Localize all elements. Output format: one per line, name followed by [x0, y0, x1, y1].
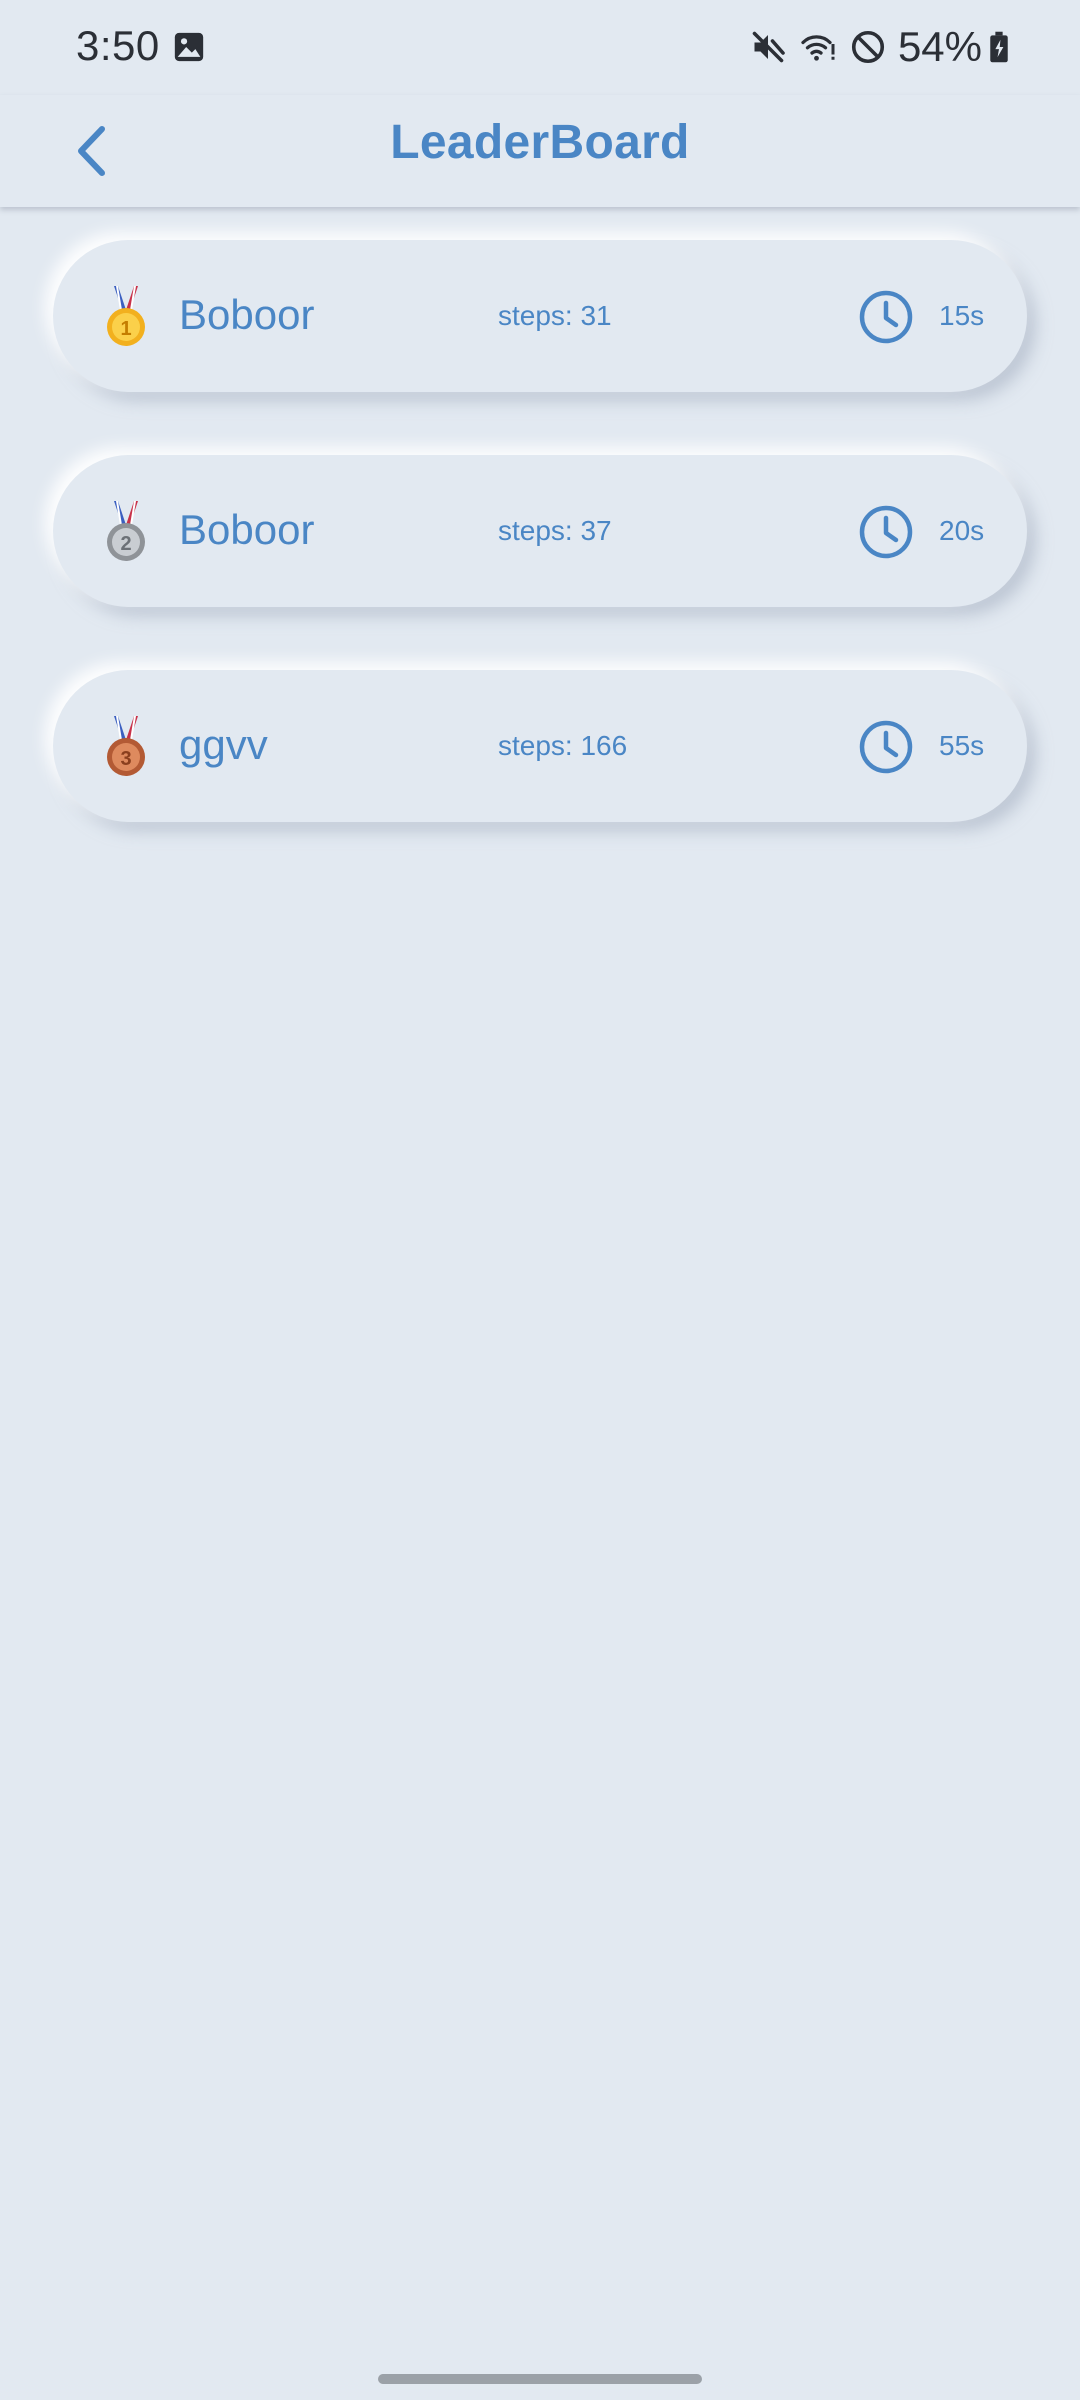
gallery-icon — [174, 32, 204, 62]
clock-icon — [859, 720, 913, 774]
player-time: 20s — [939, 515, 985, 546]
leaderboard-row[interactable]: 1 Boboor steps: 31 15s — [53, 240, 1027, 392]
player-steps: steps: 37 — [498, 515, 612, 546]
leaderboard-row[interactable]: 3 ggvv steps: 166 55s — [53, 670, 1027, 822]
player-name: ggvv — [179, 721, 268, 768]
mute-icon — [752, 31, 785, 63]
silver-medal-icon: 2 — [107, 501, 145, 561]
status-icons: 54% — [736, 22, 1010, 72]
do-not-disturb-icon — [851, 30, 884, 64]
home-indicator[interactable] — [378, 2374, 702, 2384]
status-time: 3:50 — [76, 22, 160, 69]
player-time: 55s — [939, 730, 985, 761]
svg-text:3: 3 — [120, 748, 131, 770]
page-title: LeaderBoard — [390, 116, 690, 169]
bronze-medal-icon: 3 — [107, 716, 145, 776]
gold-medal-icon: 1 — [107, 286, 145, 346]
battery-percent: 54% — [897, 23, 982, 70]
svg-text:2: 2 — [120, 533, 131, 555]
player-time: 15s — [939, 300, 985, 331]
clock-icon — [859, 505, 913, 559]
wifi-icon — [801, 35, 835, 61]
app-bar: LeaderBoard — [0, 95, 1080, 207]
player-name: Boboor — [179, 506, 315, 553]
status-bar: 3:50 54% — [0, 0, 1080, 95]
leaderboard-row[interactable]: 2 Boboor steps: 37 20s — [53, 455, 1027, 607]
leaderboard-list: 1 Boboor steps: 31 15s 2 Boboor steps: 3… — [53, 240, 1027, 885]
battery-icon — [990, 31, 1008, 63]
player-steps: steps: 31 — [498, 300, 612, 331]
player-name: Boboor — [179, 291, 315, 338]
player-steps: steps: 166 — [498, 730, 628, 761]
clock-icon — [859, 290, 913, 344]
svg-text:1: 1 — [120, 318, 131, 340]
